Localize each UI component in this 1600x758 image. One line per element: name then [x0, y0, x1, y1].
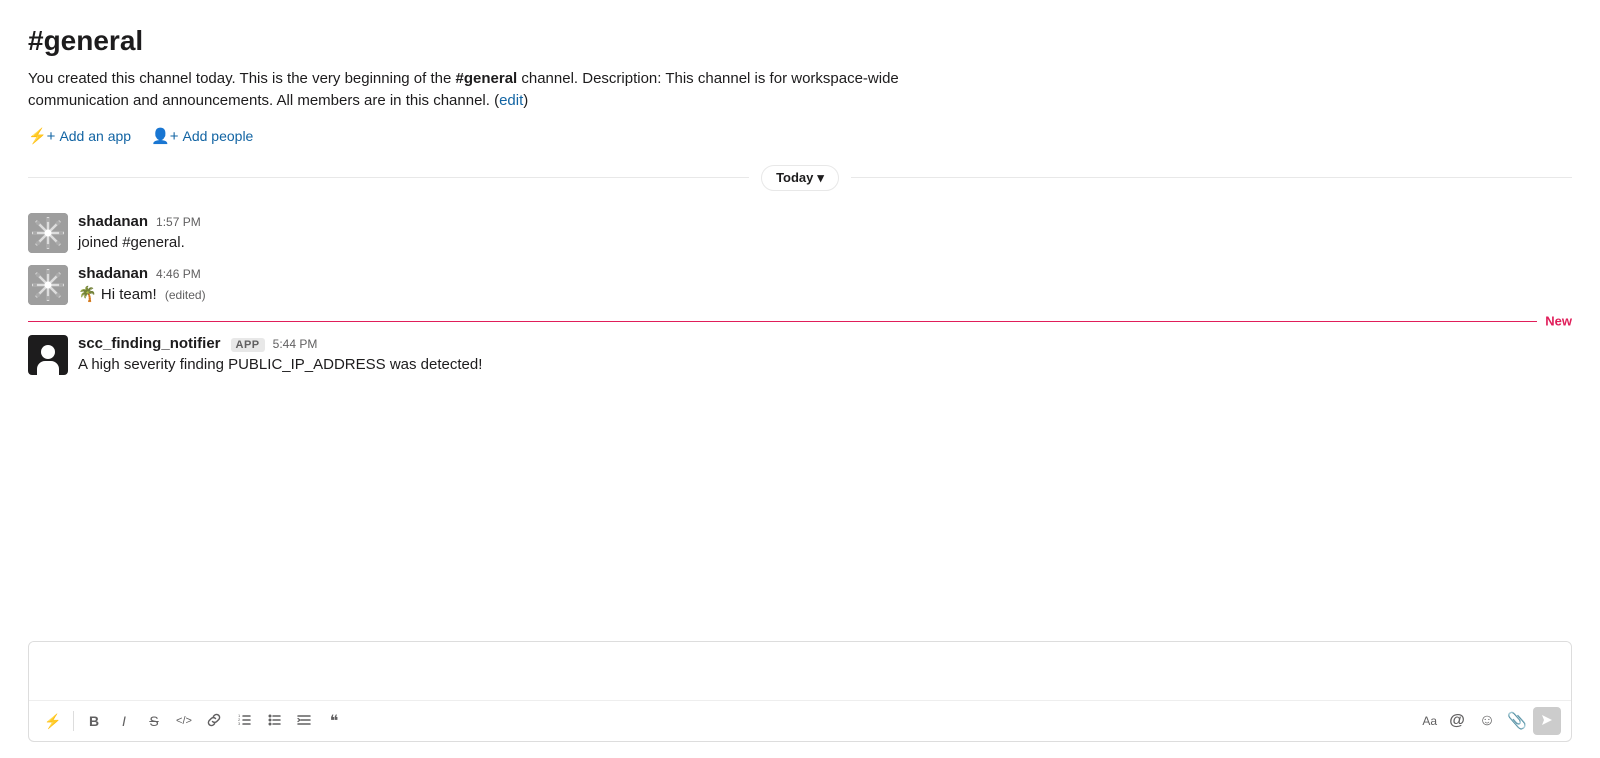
format-icon: Aa: [1422, 714, 1437, 728]
message-input-area: ⚡ B I S </>: [28, 641, 1572, 742]
edited-label: (edited): [165, 288, 206, 302]
message-sender: scc_finding_notifier: [78, 335, 221, 352]
message-time: 5:44 PM: [273, 337, 318, 351]
toolbar-right: Aa @ ☺ 📎: [1418, 707, 1561, 735]
format-button[interactable]: Aa: [1418, 707, 1441, 735]
svg-text:3: 3: [238, 721, 241, 726]
blockquote-icon: ❝: [330, 711, 339, 731]
bold-button[interactable]: B: [80, 707, 108, 735]
message-toolbar: ⚡ B I S </>: [29, 700, 1571, 741]
ordered-list-icon: 1 2 3: [237, 713, 251, 730]
add-app-link[interactable]: ⚡+ Add an app: [28, 127, 131, 145]
message-time: 4:46 PM: [156, 267, 201, 281]
chevron-down-icon: ▾: [817, 170, 824, 186]
bold-icon: B: [89, 713, 99, 729]
message-header: shadanan 1:57 PM: [78, 213, 1572, 230]
strikethrough-button[interactable]: S: [140, 707, 168, 735]
avatar: [28, 265, 68, 305]
message-header: shadanan 4:46 PM: [78, 265, 1572, 282]
channel-title: #general: [28, 24, 1572, 58]
message-text: A high severity finding PUBLIC_IP_ADDRES…: [78, 354, 1572, 376]
blockquote-button[interactable]: ❝: [320, 707, 348, 735]
table-row: shadanan 4:46 PM 🌴 Hi team! (edited): [28, 259, 1572, 312]
code-button[interactable]: </>: [170, 707, 198, 735]
attach-icon: 📎: [1507, 711, 1527, 731]
italic-icon: I: [122, 713, 126, 729]
message-time: 1:57 PM: [156, 215, 201, 229]
message-content: scc_finding_notifier APP 5:44 PM A high …: [78, 335, 1572, 376]
channel-actions: ⚡+ Add an app 👤+ Add people: [28, 127, 1572, 145]
message-text: 🌴 Hi team! (edited): [78, 284, 1572, 306]
date-pill[interactable]: Today ▾: [761, 165, 839, 191]
ordered-list-button[interactable]: 1 2 3: [230, 707, 258, 735]
avatar: [28, 213, 68, 253]
message-text: joined #general.: [78, 232, 1572, 254]
strikethrough-icon: S: [149, 713, 158, 729]
message-header: scc_finding_notifier APP 5:44 PM: [78, 335, 1572, 352]
italic-button[interactable]: I: [110, 707, 138, 735]
mention-icon: @: [1449, 712, 1465, 730]
message-sender: shadanan: [78, 265, 148, 282]
unordered-list-button[interactable]: [260, 707, 288, 735]
toolbar-divider: [73, 711, 74, 731]
new-divider-line: [28, 321, 1572, 322]
message-content: shadanan 4:46 PM 🌴 Hi team! (edited): [78, 265, 1572, 306]
indent-icon: [297, 713, 311, 730]
link-icon: [207, 713, 221, 730]
send-button[interactable]: [1533, 707, 1561, 735]
edit-link[interactable]: edit: [499, 92, 523, 109]
table-row: shadanan 1:57 PM joined #general.: [28, 207, 1572, 260]
add-people-link[interactable]: 👤+ Add people: [151, 127, 253, 145]
emoji-icon: ☺: [1479, 712, 1495, 730]
new-label: New: [1537, 313, 1572, 328]
lightning-icon: ⚡: [44, 713, 61, 730]
new-messages-divider: New: [28, 320, 1572, 321]
shortcuts-button[interactable]: ⚡: [39, 707, 67, 735]
channel-content: #general You created this channel today.…: [0, 0, 1600, 629]
message-content: shadanan 1:57 PM joined #general.: [78, 213, 1572, 254]
attach-button[interactable]: 📎: [1503, 707, 1531, 735]
send-icon: [1540, 713, 1554, 730]
avatar-body: [37, 361, 59, 375]
person-add-icon: 👤+: [151, 127, 178, 145]
code-icon: </>: [176, 715, 192, 727]
channel-description: You created this channel today. This is …: [28, 68, 928, 113]
indent-button[interactable]: [290, 707, 318, 735]
mention-button[interactable]: @: [1443, 707, 1471, 735]
unordered-list-icon: [267, 713, 281, 730]
emoji-prefix: 🌴: [78, 286, 97, 303]
date-divider: Today ▾: [28, 165, 1572, 191]
app-badge: APP: [231, 338, 265, 352]
lightning-icon: ⚡+: [28, 127, 55, 145]
emoji-button[interactable]: ☺: [1473, 707, 1501, 735]
avatar: [28, 335, 68, 375]
message-input[interactable]: [29, 642, 1571, 696]
message-sender: shadanan: [78, 213, 148, 230]
link-button[interactable]: [200, 707, 228, 735]
avatar-head: [41, 345, 55, 359]
table-row: scc_finding_notifier APP 5:44 PM A high …: [28, 329, 1572, 382]
